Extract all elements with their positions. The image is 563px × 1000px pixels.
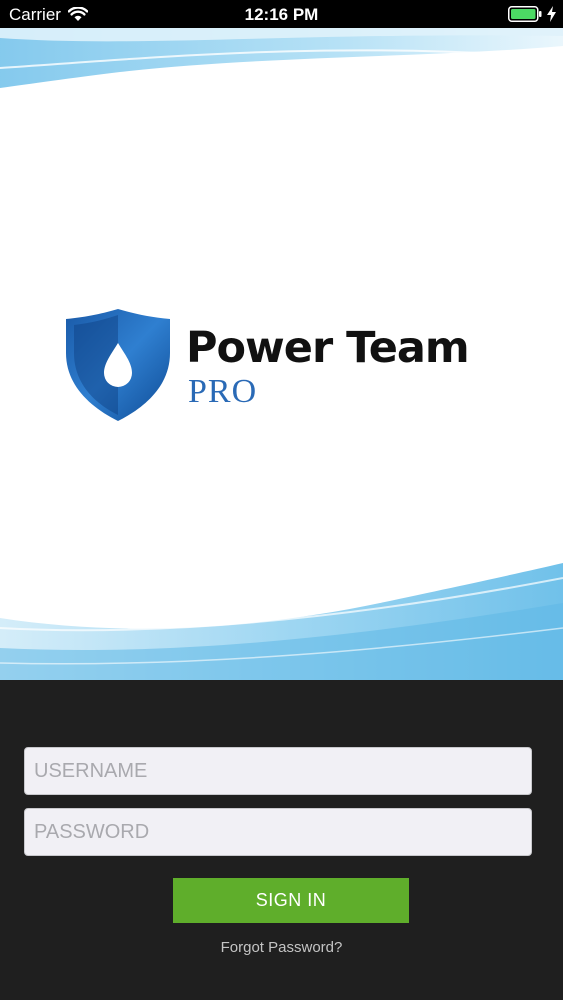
forgot-password-link[interactable]: Forgot Password? [0, 939, 563, 956]
shield-drop-logo-icon [66, 309, 170, 421]
brand-name: Power Team [186, 323, 470, 373]
login-panel: SIGN IN Forgot Password? [0, 680, 563, 1000]
brand-subtitle: PRO [188, 373, 258, 410]
status-bar: Carrier 12:16 PM [0, 0, 563, 28]
password-input[interactable] [24, 808, 532, 856]
charging-bolt-icon [547, 6, 556, 22]
sign-in-button[interactable]: SIGN IN [173, 878, 409, 923]
status-time: 12:16 PM [244, 5, 319, 24]
battery-icon [508, 6, 542, 22]
username-input[interactable] [24, 747, 532, 795]
